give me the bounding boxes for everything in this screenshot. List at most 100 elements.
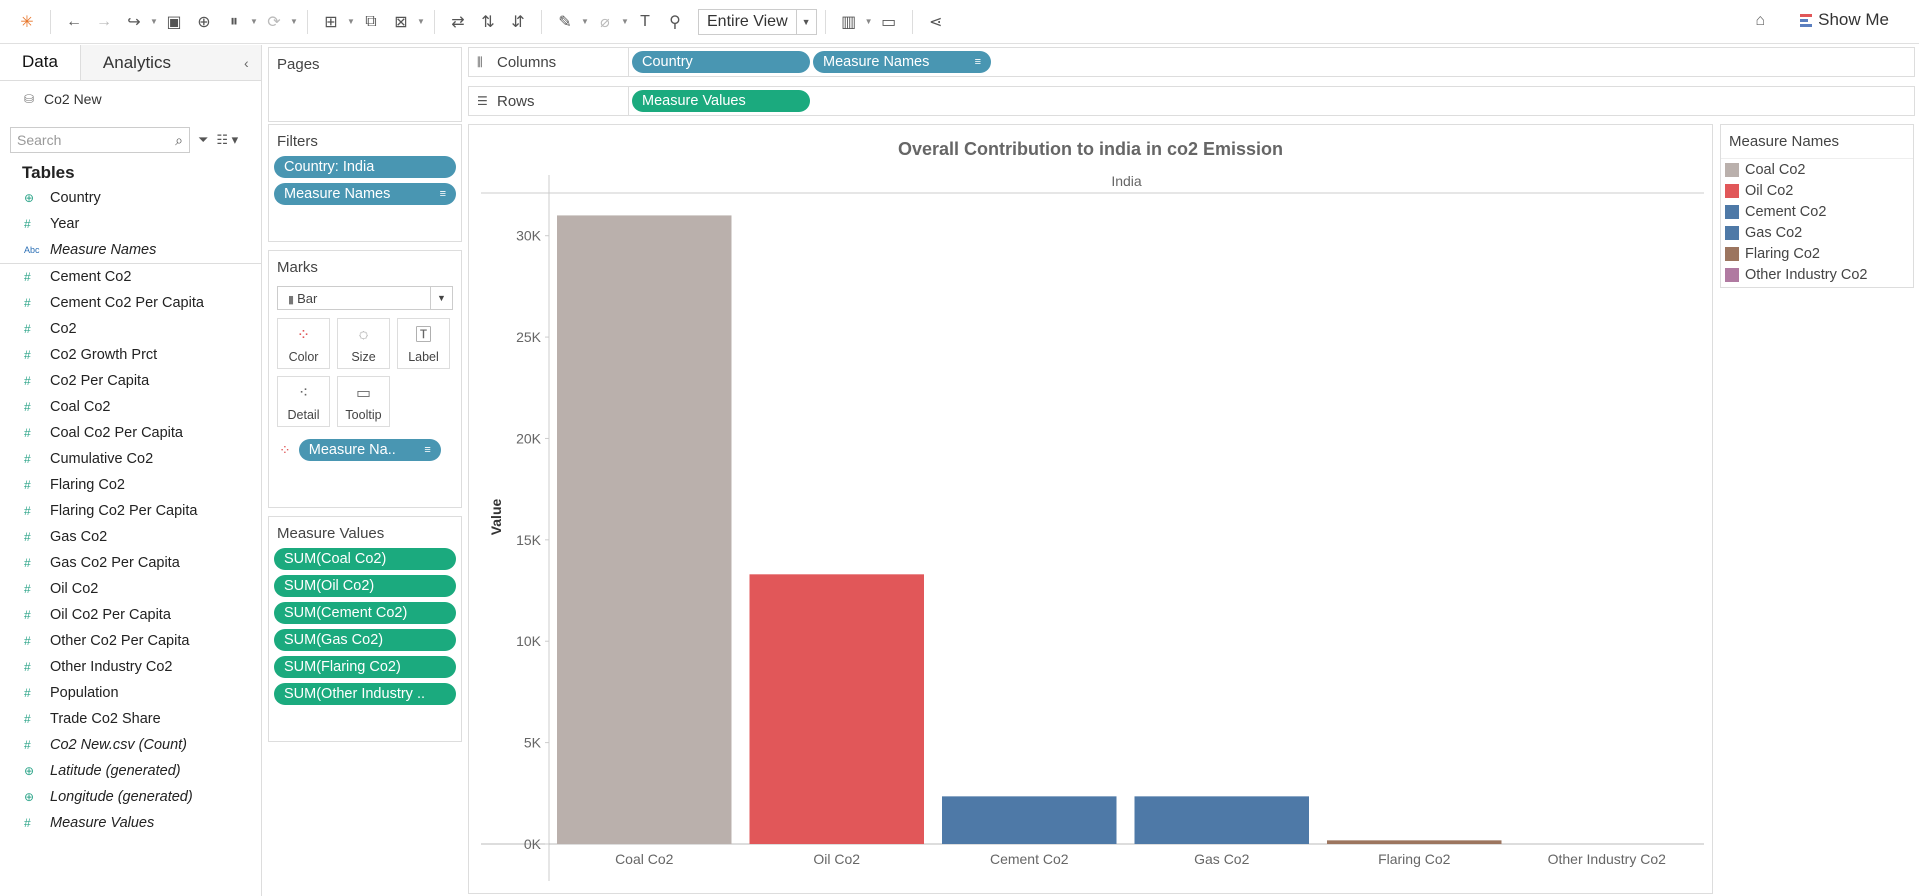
- format-brush-icon[interactable]: ⌂: [1755, 12, 1765, 30]
- field-item[interactable]: # Co2 Growth Prct: [0, 342, 261, 368]
- field-item[interactable]: # Cumulative Co2: [0, 446, 261, 472]
- legend-item[interactable]: Oil Co2: [1721, 180, 1913, 201]
- fix-axes-icon[interactable]: ⚲: [660, 7, 690, 37]
- field-item[interactable]: # Trade Co2 Share: [0, 706, 261, 732]
- legend-item[interactable]: Flaring Co2: [1721, 243, 1913, 264]
- legend-item[interactable]: Coal Co2: [1721, 159, 1913, 180]
- field-item[interactable]: # Cement Co2: [0, 264, 261, 290]
- field-item[interactable]: # Oil Co2: [0, 576, 261, 602]
- swap-rows-columns-icon[interactable]: ⇄: [443, 7, 473, 37]
- bar[interactable]: [749, 574, 925, 844]
- rows-pill-measure-values[interactable]: Measure Values: [632, 90, 810, 112]
- view-options-icon[interactable]: ☷ ▾: [216, 132, 238, 148]
- share-icon[interactable]: ⋖: [921, 7, 951, 37]
- tab-data[interactable]: Data: [0, 45, 80, 80]
- rows-shelf[interactable]: ☰ Rows Measure Values: [468, 86, 1915, 116]
- color-button[interactable]: ⁘ Color: [277, 318, 330, 369]
- measure-value-pill[interactable]: SUM(Cement Co2): [274, 602, 456, 624]
- group-icon[interactable]: ⌀: [590, 7, 620, 37]
- filter-pill-measure-names[interactable]: Measure Names ≡: [274, 183, 456, 205]
- detail-button[interactable]: ⁖ Detail: [277, 376, 330, 427]
- measure-value-pill[interactable]: SUM(Flaring Co2): [274, 656, 456, 678]
- tab-analytics[interactable]: Analytics: [79, 45, 261, 80]
- field-item[interactable]: # Other Co2 Per Capita: [0, 628, 261, 654]
- field-item[interactable]: # Cement Co2 Per Capita: [0, 290, 261, 316]
- show-labels-icon[interactable]: T: [630, 7, 660, 37]
- redo-icon[interactable]: →: [89, 7, 119, 37]
- show-me-button[interactable]: Show Me: [1800, 10, 1889, 30]
- show-cards-dropdown-icon[interactable]: ▼: [864, 17, 874, 26]
- field-item[interactable]: # Other Industry Co2: [0, 654, 261, 680]
- field-item[interactable]: # Oil Co2 Per Capita: [0, 602, 261, 628]
- bar[interactable]: [942, 796, 1117, 844]
- show-cards-icon[interactable]: ▥: [834, 7, 864, 37]
- legend-item[interactable]: Cement Co2: [1721, 201, 1913, 222]
- undo-icon[interactable]: ←: [59, 7, 89, 37]
- field-item[interactable]: # Year: [0, 211, 261, 237]
- size-button[interactable]: ◌ Size: [337, 318, 390, 369]
- field-item[interactable]: ⊕ Latitude (generated): [0, 758, 261, 784]
- refresh-icon[interactable]: ⟳: [259, 7, 289, 37]
- tooltip-button[interactable]: ▭ Tooltip: [337, 376, 390, 427]
- replay-icon[interactable]: ↪: [119, 7, 149, 37]
- fit-dropdown[interactable]: Entire View ▼: [698, 8, 817, 35]
- filters-card[interactable]: Filters Country: India Measure Names ≡: [268, 124, 462, 242]
- field-item[interactable]: # Gas Co2: [0, 524, 261, 550]
- legend-item[interactable]: Other Industry Co2: [1721, 264, 1913, 285]
- pause-updates-icon[interactable]: ⏸: [219, 7, 249, 37]
- columns-pill-measure-names[interactable]: Measure Names ≡: [813, 51, 991, 73]
- field-item[interactable]: # Measure Values: [0, 810, 261, 836]
- view-canvas[interactable]: Overall Contribution to india in co2 Emi…: [468, 124, 1713, 894]
- highlight-icon[interactable]: ✎: [550, 7, 580, 37]
- pause-dropdown-icon[interactable]: ▼: [249, 17, 259, 26]
- sort-ascending-icon[interactable]: ⇅: [473, 7, 503, 37]
- field-item[interactable]: Abc Measure Names: [0, 237, 261, 263]
- sort-descending-icon[interactable]: ⇵: [503, 7, 533, 37]
- label-button[interactable]: 🅃 Label: [397, 318, 450, 369]
- tableau-logo-icon[interactable]: ✳: [12, 7, 42, 37]
- field-item[interactable]: # Coal Co2: [0, 394, 261, 420]
- field-item[interactable]: # Co2: [0, 316, 261, 342]
- bar[interactable]: [557, 215, 732, 844]
- field-item[interactable]: # Gas Co2 Per Capita: [0, 550, 261, 576]
- field-item[interactable]: # Co2 New.csv (Count): [0, 732, 261, 758]
- clear-dropdown-icon[interactable]: ▼: [416, 17, 426, 26]
- group-dropdown-icon[interactable]: ▼: [620, 17, 630, 26]
- measure-value-pill[interactable]: SUM(Gas Co2): [274, 629, 456, 651]
- measure-value-pill[interactable]: SUM(Other Industry ..: [274, 683, 456, 705]
- columns-shelf[interactable]: ⫼ Columns Country Measure Names ≡: [468, 47, 1915, 77]
- bar[interactable]: [1134, 796, 1310, 844]
- measure-value-pill[interactable]: SUM(Oil Co2): [274, 575, 456, 597]
- duplicate-sheet-icon[interactable]: ⧉: [356, 7, 386, 37]
- save-icon[interactable]: ▣: [159, 7, 189, 37]
- new-datasource-icon[interactable]: ⊕: [189, 7, 219, 37]
- refresh-dropdown-icon[interactable]: ▼: [289, 17, 299, 26]
- search-input[interactable]: Search ⌕: [10, 127, 190, 153]
- new-worksheet-icon[interactable]: ⊞: [316, 7, 346, 37]
- collapse-pane-icon[interactable]: ‹: [244, 55, 249, 71]
- marks-color-pill[interactable]: Measure Na.. ≡: [298, 439, 441, 461]
- highlight-dropdown-icon[interactable]: ▼: [580, 17, 590, 26]
- measure-values-card[interactable]: Measure Values SUM(Coal Co2) SUM(Oil Co2)…: [268, 516, 462, 742]
- filter-icon[interactable]: ⏷: [198, 132, 208, 148]
- field-item[interactable]: ⊕ Longitude (generated): [0, 784, 261, 810]
- field-item[interactable]: # Coal Co2 Per Capita: [0, 420, 261, 446]
- pages-card[interactable]: Pages: [268, 47, 462, 122]
- datasource-item[interactable]: ⛁ Co2 New: [0, 81, 261, 117]
- field-item[interactable]: # Co2 Per Capita: [0, 368, 261, 394]
- columns-pill-country[interactable]: Country: [632, 51, 810, 73]
- mark-type-dropdown[interactable]: ▮ Bar ▼: [277, 286, 453, 310]
- filter-pill-country[interactable]: Country: India: [274, 156, 456, 178]
- field-item[interactable]: # Flaring Co2: [0, 472, 261, 498]
- measure-value-pill[interactable]: SUM(Coal Co2): [274, 548, 456, 570]
- clear-sheet-icon[interactable]: ⊠: [386, 7, 416, 37]
- bar[interactable]: [1327, 840, 1502, 844]
- presentation-mode-icon[interactable]: ▭: [874, 7, 904, 37]
- legend-label: Cement Co2: [1745, 203, 1827, 220]
- field-item[interactable]: ⊕ Country: [0, 185, 261, 211]
- field-item[interactable]: # Flaring Co2 Per Capita: [0, 498, 261, 524]
- new-worksheet-dropdown-icon[interactable]: ▼: [346, 17, 356, 26]
- legend-item[interactable]: Gas Co2: [1721, 222, 1913, 243]
- field-item[interactable]: # Population: [0, 680, 261, 706]
- replay-dropdown-icon[interactable]: ▼: [149, 17, 159, 26]
